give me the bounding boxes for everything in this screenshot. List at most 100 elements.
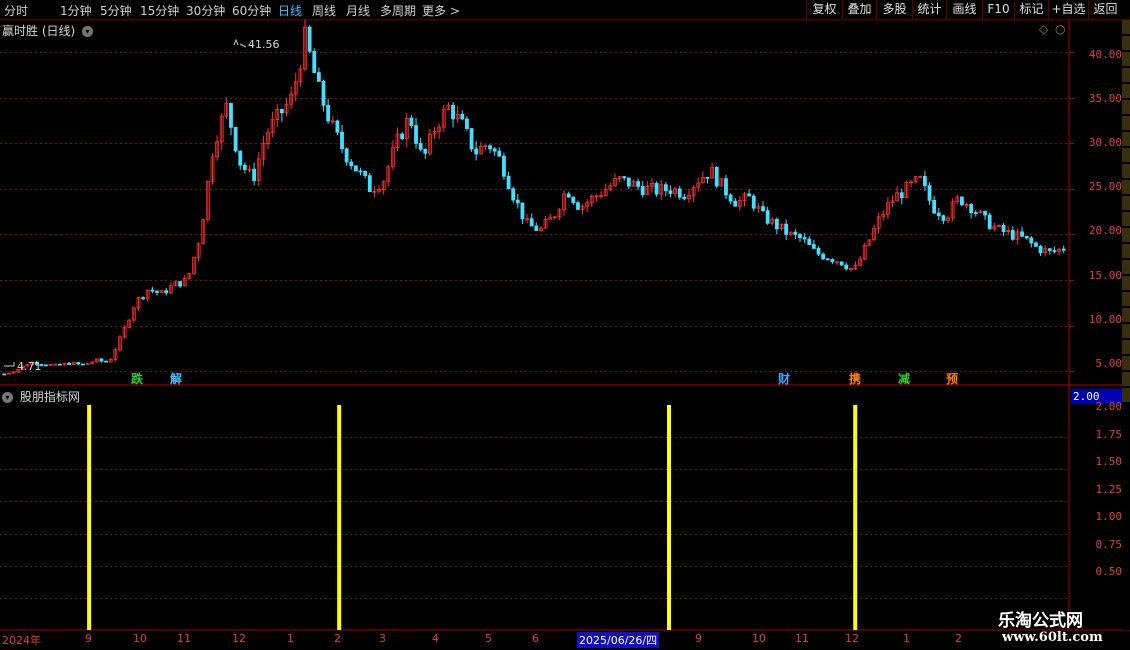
- low-price-label: 4.71: [17, 360, 42, 373]
- candle-body: [2, 373, 7, 376]
- candle-body: [927, 185, 932, 201]
- chart-period: (日线): [41, 24, 76, 38]
- candle-body: [765, 210, 770, 224]
- candle-body: [941, 215, 946, 221]
- candle-body: [414, 125, 418, 144]
- candle-body: [229, 103, 233, 128]
- watermark-title: 乐淘公式网: [998, 611, 1083, 631]
- indicator-signal-bar: [853, 405, 858, 630]
- candle-body: [1034, 242, 1038, 247]
- date-label: 10: [752, 632, 766, 645]
- candle-body: [1052, 250, 1057, 252]
- candle-body: [321, 80, 326, 106]
- candle-body: [973, 212, 978, 215]
- candle-body: [705, 177, 710, 179]
- signal-label: 解: [170, 372, 183, 386]
- candle-body: [774, 218, 779, 230]
- date-label: 1: [903, 632, 910, 645]
- chevron-down-icon[interactable]: ▾: [2, 392, 13, 403]
- price-tick: 15.00: [1088, 269, 1122, 282]
- date-label: 5: [485, 632, 492, 645]
- indicator-signal-bar: [87, 405, 92, 630]
- candle-body: [67, 362, 71, 365]
- candle-body: [747, 193, 752, 197]
- candle-body: [802, 237, 807, 240]
- candle-body: [784, 223, 789, 235]
- indicator-bars: [87, 405, 858, 630]
- candle-body: [76, 362, 81, 365]
- price-tick: 20.00: [1088, 224, 1122, 237]
- candle-body: [923, 175, 927, 187]
- price-tick: 40.00: [1088, 48, 1122, 61]
- candle-body: [178, 281, 183, 287]
- candle-body: [150, 289, 155, 292]
- candle-body: [751, 195, 756, 209]
- candle-body: [1029, 237, 1034, 244]
- candle-body: [571, 196, 576, 204]
- kline-chart[interactable]: [0, 0, 1130, 650]
- candle-body: [936, 212, 941, 217]
- candle-body: [987, 214, 992, 230]
- candle-body: [242, 164, 247, 170]
- stock-name: 赢时胜: [2, 24, 39, 38]
- date-label: 12: [845, 632, 859, 645]
- candle-body: [511, 188, 516, 201]
- date-label: 4: [432, 632, 439, 645]
- chevron-down-icon[interactable]: ▾: [82, 26, 94, 37]
- candle-body: [326, 104, 331, 122]
- indicator-name: 股朋指标网: [19, 390, 80, 404]
- low-arrow-icon: [4, 362, 15, 367]
- indicator-tick: 0.50: [1095, 565, 1123, 578]
- candle-body: [576, 202, 580, 210]
- high-pointer: [239, 43, 247, 48]
- candle-body: [1061, 248, 1066, 251]
- candles: [2, 19, 1066, 376]
- candle-body: [474, 148, 479, 155]
- candle-body: [409, 117, 414, 126]
- indicator-signal-bar: [667, 405, 671, 630]
- candle-body: [497, 150, 502, 157]
- circle-icon[interactable]: ○: [1055, 22, 1065, 36]
- chart-title: 赢时胜 (日线) ▾: [2, 22, 94, 39]
- candle-body: [99, 358, 104, 362]
- candle-body: [279, 109, 284, 114]
- watermark-url: www.60lt.com: [1002, 630, 1103, 645]
- price-tick: 30.00: [1088, 136, 1122, 149]
- candle-body: [344, 148, 349, 163]
- candle-body: [57, 363, 62, 366]
- right-panel-strip: [1122, 20, 1130, 630]
- date-label: 10: [133, 632, 147, 645]
- signal-label: 财: [778, 372, 791, 386]
- diamond-icon[interactable]: ◇: [1039, 22, 1048, 36]
- date-label: 2024年: [2, 634, 41, 647]
- date-label: 11: [177, 632, 191, 645]
- candle-body: [1047, 248, 1052, 251]
- candle-body: [932, 199, 937, 214]
- candle-body: [155, 290, 159, 293]
- candle-body: [465, 118, 469, 129]
- crosshair-date-label: 2025/06/26/四: [577, 632, 660, 648]
- candle-body: [534, 225, 539, 231]
- date-label: 3: [379, 632, 386, 645]
- candle-body: [312, 50, 317, 73]
- date-label: 9: [85, 632, 92, 645]
- candle-body: [714, 166, 719, 187]
- candle-body: [1024, 235, 1029, 239]
- candle-body: [654, 183, 659, 195]
- candle-body: [252, 168, 257, 182]
- candle-body: [520, 202, 525, 220]
- price-tick: 10.00: [1088, 313, 1122, 326]
- candle-body: [353, 165, 358, 172]
- date-label: 1: [287, 632, 294, 645]
- candle-body: [529, 218, 534, 227]
- candle-body: [358, 170, 363, 173]
- price-tick: 25.00: [1088, 180, 1122, 193]
- signal-label: 减: [898, 372, 911, 386]
- candle-body: [451, 105, 455, 120]
- candle-body: [960, 196, 964, 206]
- candle-body: [798, 234, 802, 239]
- candle-body: [506, 175, 511, 190]
- candle-body: [816, 248, 821, 255]
- candle-body: [663, 184, 668, 192]
- candle-body: [566, 193, 571, 198]
